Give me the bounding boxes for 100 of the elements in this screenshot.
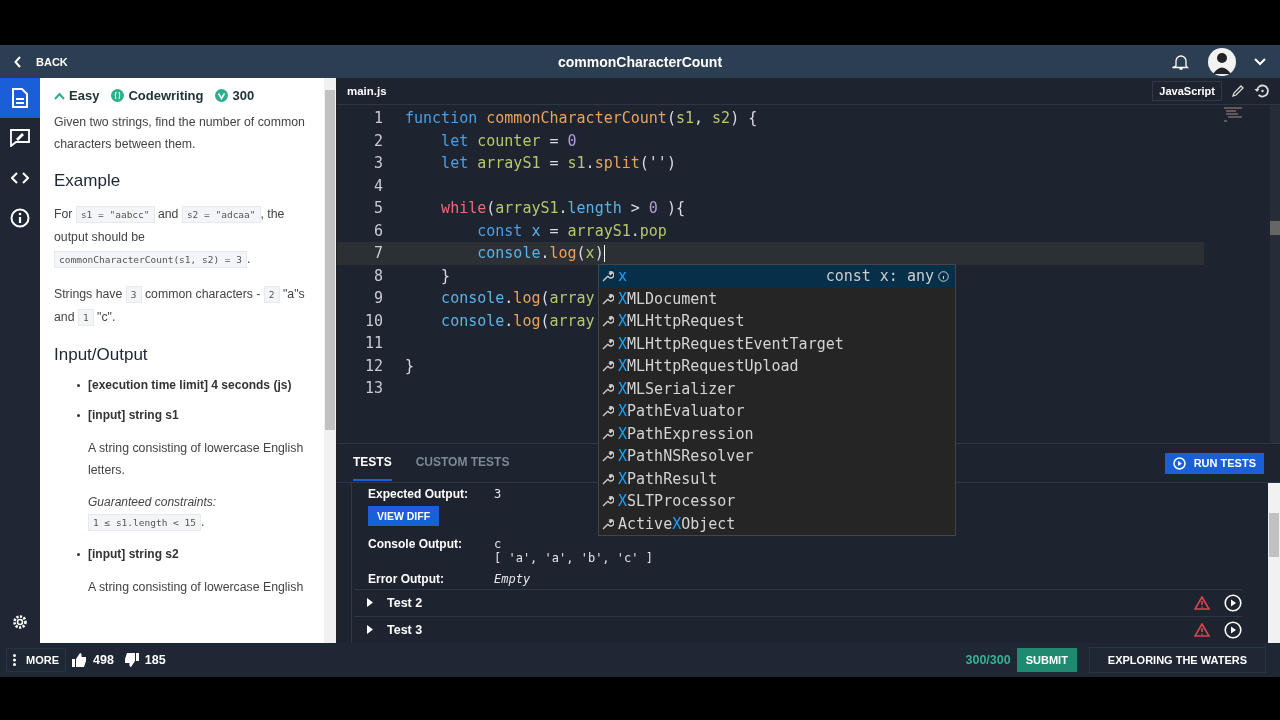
- wrench-icon: [602, 495, 614, 508]
- code-line: }: [441, 265, 451, 287]
- line-number: 9: [372, 288, 384, 309]
- description-tab[interactable]: [0, 78, 40, 118]
- test-title[interactable]: Test 3: [387, 622, 423, 637]
- field-label: Error Output:: [368, 572, 445, 587]
- dropdown-caret-icon[interactable]: [1254, 57, 1266, 66]
- likes-count: 498: [93, 653, 114, 667]
- run-tests-button[interactable]: RUN TESTS: [1164, 452, 1264, 474]
- language-selector[interactable]: JavaScript: [1152, 81, 1222, 101]
- file-tab[interactable]: main.js: [347, 85, 387, 97]
- expand-arrow-icon[interactable]: [367, 598, 373, 608]
- paragraph: Strings have 3 common characters - 2 "a"s and 1 "c".: [54, 285, 306, 328]
- suggestion-item[interactable]: XPathEvaluator: [599, 400, 955, 423]
- thumbs-up-icon[interactable]: [72, 653, 87, 667]
- note-text: Guaranteed constraints:: [88, 494, 218, 511]
- play-icon[interactable]: [1224, 620, 1242, 639]
- play-icon[interactable]: [1224, 593, 1242, 612]
- notification-bell-icon[interactable]: [1172, 52, 1190, 71]
- suggestion-item[interactable]: XMLHttpRequest: [599, 310, 955, 333]
- output-value: 3: [494, 487, 502, 502]
- suggestion-item[interactable]: XMLSerializer: [599, 377, 955, 400]
- line-number: 5: [372, 198, 384, 219]
- scrollbar[interactable]: [1270, 105, 1280, 443]
- line-number: 2: [372, 130, 384, 152]
- suggestion-item[interactable]: ActiveXObject: [599, 512, 955, 535]
- dislikes-count: 185: [144, 653, 166, 667]
- paragraph: For s1 = "aabcc" and s2 = "adcaa" , the output should be commonCharacterCount(s1, s2) = 3 .: [54, 205, 286, 270]
- wrench-icon: [602, 337, 614, 350]
- code-line: function commonCharacterCount(s1, s2) {: [405, 108, 758, 129]
- tests-tab[interactable]: CUSTOM TESTS: [415, 445, 510, 481]
- info-icon[interactable]: [938, 270, 949, 282]
- line-number: 10: [363, 310, 384, 332]
- suggestion-item[interactable]: XPathResult: [599, 467, 955, 490]
- wrench-icon: [602, 405, 614, 418]
- suggestion-item[interactable]: XSLTProcessor: [599, 490, 955, 513]
- user-avatar[interactable]: [1208, 47, 1236, 76]
- code-line: console.log(array: [441, 310, 595, 332]
- section-heading: Example: [54, 171, 122, 191]
- console-line: [ 'a', 'a', 'b', 'c' ]: [494, 550, 653, 565]
- wrench-icon: [602, 315, 614, 328]
- suggestion-item[interactable]: XPathExpression: [599, 422, 955, 445]
- more-button[interactable]: MORE: [6, 648, 66, 672]
- wrench-icon: [602, 382, 614, 395]
- more-icon: [13, 654, 16, 666]
- scrollbar[interactable]: [1268, 483, 1280, 643]
- line-number: 7: [372, 243, 384, 264]
- line-number: 4: [372, 175, 384, 197]
- code-line: let arrayS1 = s1.split(''): [441, 153, 676, 174]
- line-number: 13: [363, 378, 384, 399]
- back-link[interactable]: BACK: [14, 55, 68, 68]
- reset-icon[interactable]: [1254, 83, 1270, 99]
- wrench-icon: [602, 517, 614, 530]
- type-label: Codewriting: [128, 88, 204, 103]
- tests-tab[interactable]: TESTS: [353, 445, 392, 481]
- suggestion-item[interactable]: XMLDocument: [599, 287, 955, 310]
- suggestion-item[interactable]: XMLHttpRequestUpload: [599, 355, 955, 378]
- field-label: Console Output:: [368, 536, 463, 551]
- paragraph: 1 ≤ s1.length < 15 .: [88, 511, 310, 534]
- page-title: commonCharacterCount: [557, 53, 723, 70]
- code-line: const x = arrayS1.pop: [477, 220, 667, 242]
- line-number: 1: [372, 108, 384, 129]
- line-number: 12: [363, 355, 384, 377]
- view-diff-button[interactable]: VIEW DIFF: [368, 505, 440, 526]
- submit-button[interactable]: SUBMIT: [1016, 648, 1077, 672]
- level-label: Easy: [69, 88, 100, 103]
- code-line: while(arrayS1.length > 0 ){: [441, 198, 685, 219]
- document-icon: [12, 88, 28, 108]
- score-text: 300/300: [965, 653, 1011, 667]
- code-line: let counter = 0: [441, 130, 577, 152]
- code-line: console.log(array: [441, 288, 595, 309]
- thumbs-down-icon[interactable]: [123, 653, 139, 667]
- settings-icon[interactable]: [11, 613, 29, 631]
- wrench-icon: [602, 472, 614, 485]
- play-icon: [1172, 456, 1186, 470]
- wrench-icon: [602, 450, 614, 463]
- wrench-icon: [602, 270, 614, 283]
- braces-icon: [111, 89, 125, 102]
- chevron-left-icon: [14, 55, 22, 68]
- list-item: [input] string s1: [76, 407, 310, 423]
- chat-icon: [10, 129, 30, 147]
- pencil-icon[interactable]: [1232, 85, 1244, 97]
- suggestion-item[interactable]: x const x: any: [599, 265, 955, 288]
- paragraph: A string consisting of lowercase English letters.: [88, 440, 305, 479]
- list-item: [execution time limit] 4 seconds (js): [76, 377, 310, 393]
- line-number: 11: [363, 333, 384, 354]
- field-label: Expected Output:: [368, 487, 469, 502]
- scrollbar[interactable]: [324, 78, 336, 643]
- wrench-icon: [602, 292, 614, 305]
- suggestion-item[interactable]: XMLHttpRequestEventTarget: [599, 332, 955, 355]
- points-label: 300: [232, 88, 255, 103]
- code-line: }: [405, 355, 415, 377]
- paragraph: Given two strings, find the number of common characters between them.: [54, 114, 306, 153]
- level-button[interactable]: EXPLORING THE WATERS: [1088, 647, 1266, 673]
- wrench-icon: [602, 360, 614, 373]
- output-value: Empty: [494, 572, 531, 587]
- console-line: c: [494, 536, 503, 551]
- suggestion-item[interactable]: XPathNSResolver: [599, 445, 955, 468]
- expand-arrow-icon[interactable]: [367, 625, 373, 635]
- test-title[interactable]: Test 2: [387, 595, 423, 610]
